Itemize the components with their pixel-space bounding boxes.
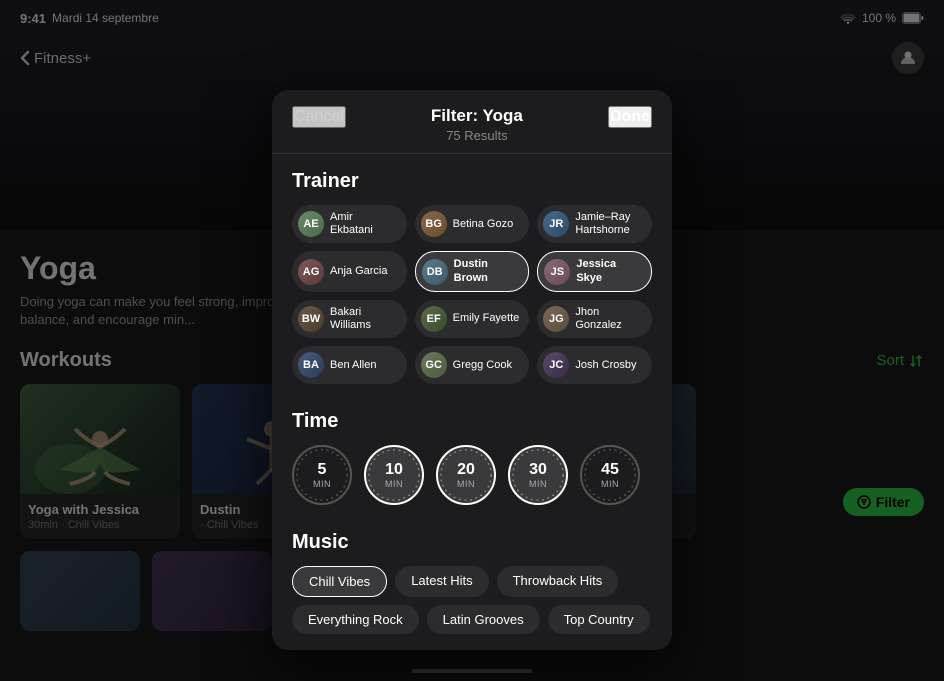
trainer-avatar-betina: BG — [421, 211, 447, 237]
trainer-chip-dustin[interactable]: DB Dustin Brown — [415, 251, 530, 291]
modal-header: Cancel Filter: Yoga 75 Results Done — [272, 90, 672, 154]
trainer-avatar-jessica: JS — [544, 259, 570, 285]
time-circle-ticks — [510, 447, 566, 503]
music-section: Music Chill Vibes Latest Hits Throwback … — [272, 515, 672, 650]
trainer-avatar-gregg: GC — [421, 352, 447, 378]
trainer-name-jessica: Jessica Skye — [576, 258, 641, 284]
trainer-name-anja: Anja Garcia — [330, 265, 387, 278]
time-circle-10[interactable]: 10 MIN — [364, 445, 424, 505]
modal-title: Filter: Yoga — [431, 106, 523, 126]
time-section-title: Time — [292, 410, 652, 433]
music-chip-latin-grooves[interactable]: Latin Grooves — [427, 605, 540, 634]
trainer-grid: AE Amir Ekbatani BG Betina Gozo JR Jamie… — [292, 205, 652, 384]
trainer-chip-jessica[interactable]: JS Jessica Skye — [537, 251, 652, 291]
time-circle-ticks — [294, 447, 350, 503]
time-circle-ticks — [366, 447, 422, 503]
trainer-name-jamie: Jamie–Ray Hartshorne — [575, 211, 642, 237]
trainer-chip-amir[interactable]: AE Amir Ekbatani — [292, 205, 407, 243]
trainer-name-jhon: Jhon Gonzalez — [575, 306, 642, 332]
time-circle-5[interactable]: 5 MIN — [292, 445, 352, 505]
trainer-name-gregg: Gregg Cook — [453, 359, 512, 372]
trainer-avatar-anja: AG — [298, 259, 324, 285]
time-circles: 5 MIN 10 MIN 20 MIN — [292, 445, 652, 505]
time-circle-ticks — [438, 447, 494, 503]
trainer-avatar-amir: AE — [298, 211, 324, 237]
trainer-name-bakari: Bakari Williams — [330, 306, 397, 332]
trainer-name-ben: Ben Allen — [330, 359, 376, 372]
trainer-name-josh: Josh Crosby — [575, 359, 636, 372]
trainer-avatar-josh: JC — [543, 352, 569, 378]
trainer-avatar-jamie: JR — [543, 211, 569, 237]
trainer-avatar-jhon: JG — [543, 306, 569, 332]
trainer-chip-betina[interactable]: BG Betina Gozo — [415, 205, 530, 243]
music-chip-chill-vibes[interactable]: Chill Vibes — [292, 566, 387, 597]
trainer-name-amir: Amir Ekbatani — [330, 211, 397, 237]
time-circle-30[interactable]: 30 MIN — [508, 445, 568, 505]
trainer-chip-ben[interactable]: BA Ben Allen — [292, 346, 407, 384]
trainer-chip-jhon[interactable]: JG Jhon Gonzalez — [537, 300, 652, 338]
trainer-avatar-bakari: BW — [298, 306, 324, 332]
music-chip-throwback-hits[interactable]: Throwback Hits — [497, 566, 619, 597]
time-circle-ticks — [582, 447, 638, 503]
trainer-avatar-ben: BA — [298, 352, 324, 378]
trainer-chip-bakari[interactable]: BW Bakari Williams — [292, 300, 407, 338]
time-circle-45[interactable]: 45 MIN — [580, 445, 640, 505]
done-button[interactable]: Done — [608, 106, 652, 128]
modal-overlay: Cancel Filter: Yoga 75 Results Done Trai… — [0, 0, 944, 681]
music-section-title: Music — [292, 531, 652, 554]
trainer-chip-anja[interactable]: AG Anja Garcia — [292, 251, 407, 291]
trainer-section: Trainer AE Amir Ekbatani BG Betina Gozo … — [272, 154, 672, 384]
modal-results: 75 Results — [431, 128, 523, 143]
modal-title-area: Filter: Yoga 75 Results — [431, 106, 523, 143]
trainer-avatar-emily: EF — [421, 306, 447, 332]
trainer-name-emily: Emily Fayette — [453, 312, 520, 325]
trainer-chip-josh[interactable]: JC Josh Crosby — [537, 346, 652, 384]
trainer-section-title: Trainer — [292, 170, 652, 193]
music-chip-everything-rock[interactable]: Everything Rock — [292, 605, 419, 634]
filter-modal: Cancel Filter: Yoga 75 Results Done Trai… — [272, 90, 672, 650]
trainer-chip-gregg[interactable]: GC Gregg Cook — [415, 346, 530, 384]
music-chip-top-country[interactable]: Top Country — [548, 605, 650, 634]
music-chip-latest-hits[interactable]: Latest Hits — [395, 566, 488, 597]
time-circle-20[interactable]: 20 MIN — [436, 445, 496, 505]
trainer-name-dustin: Dustin Brown — [454, 258, 519, 284]
cancel-button[interactable]: Cancel — [292, 106, 346, 128]
trainer-chip-jamie[interactable]: JR Jamie–Ray Hartshorne — [537, 205, 652, 243]
trainer-chip-emily[interactable]: EF Emily Fayette — [415, 300, 530, 338]
music-chips: Chill Vibes Latest Hits Throwback Hits E… — [292, 566, 652, 638]
trainer-avatar-dustin: DB — [422, 259, 448, 285]
trainer-name-betina: Betina Gozo — [453, 218, 514, 231]
time-section: Time 5 MIN 10 MIN — [272, 394, 672, 505]
